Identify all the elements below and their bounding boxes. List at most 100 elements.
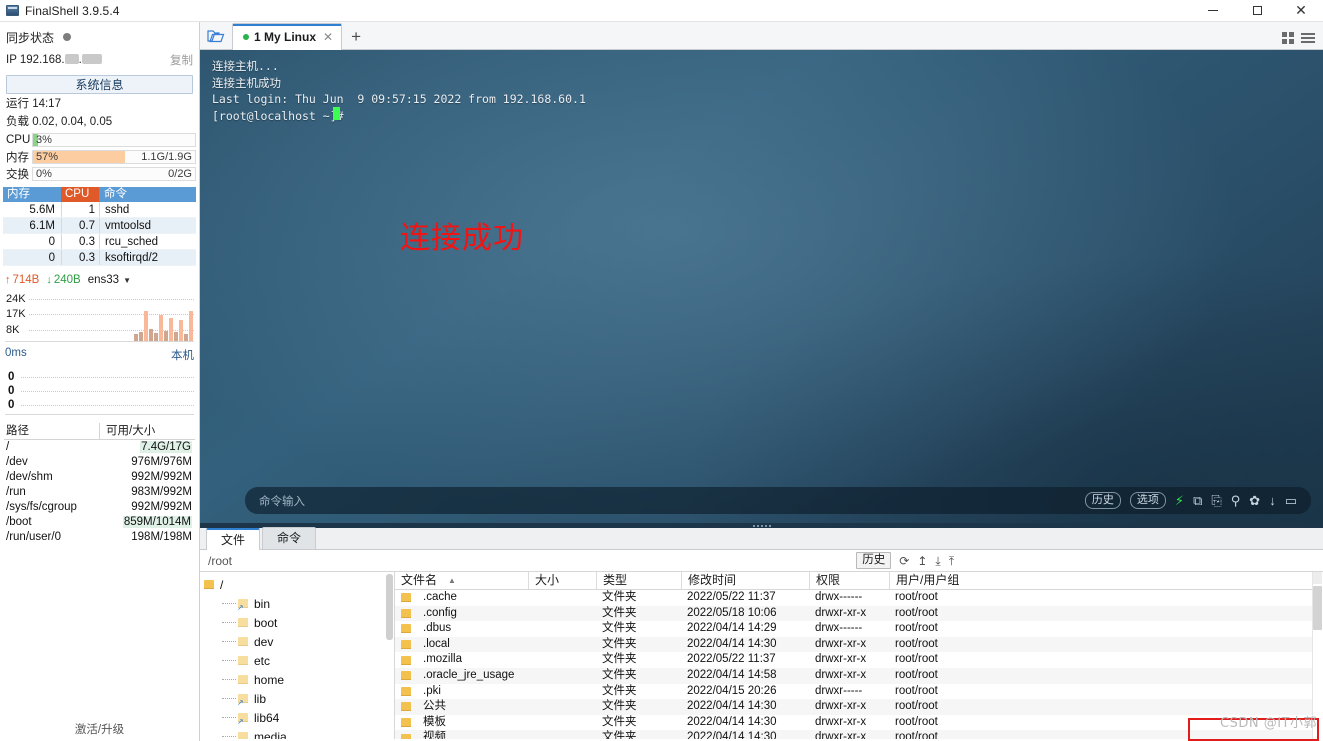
download-icon[interactable]: ⤓ — [935, 555, 940, 567]
file-row[interactable]: 模板文件夹2022/04/14 14:30drwxr-xr-xroot/root — [395, 715, 1323, 731]
file-permissions: drwxr-xr-x — [809, 699, 889, 715]
disk-avail-value: 983M/992M — [131, 486, 192, 498]
disk-row[interactable]: /sys/fs/cgroup992M/992M — [4, 500, 195, 515]
tab-close-icon[interactable]: ✕ — [323, 30, 333, 44]
bottom-tab-1[interactable]: 命令 — [262, 527, 316, 549]
gear-icon[interactable]: ✿ — [1249, 494, 1260, 507]
tree-item-etc[interactable]: etc — [200, 651, 394, 670]
file-row[interactable]: .cache文件夹2022/05/22 11:37drwx------root/… — [395, 590, 1323, 606]
upload-icon[interactable]: ⤒ — [949, 555, 954, 567]
process-memory: 0 — [3, 250, 61, 265]
process-col-cmd[interactable]: 命令 — [99, 187, 196, 202]
tree-item-home[interactable]: home — [200, 670, 394, 689]
bottom-tab-0[interactable]: 文件 — [206, 528, 260, 550]
uptime-text: 运行 14:17 — [0, 97, 199, 112]
file-row[interactable]: .dbus文件夹2022/04/14 14:29drwx------root/r… — [395, 621, 1323, 637]
tree-item-bin[interactable]: bin — [200, 594, 394, 613]
parent-dir-icon[interactable]: ↥ — [917, 555, 927, 567]
disk-row[interactable]: /boot859M/1014M — [4, 515, 195, 530]
tree-root-node[interactable]: / — [200, 575, 394, 594]
list-view-icon[interactable] — [1301, 33, 1315, 43]
disk-col-path: 路径 — [4, 423, 99, 439]
upload-speed: 714B — [13, 274, 40, 286]
copy-ip-button[interactable]: 复制 — [170, 52, 193, 68]
history-button[interactable]: 历史 — [1085, 492, 1121, 509]
process-row[interactable]: 5.6M1sshd — [3, 202, 196, 218]
terminal-tab[interactable]: 1 My Linux ✕ — [232, 23, 342, 50]
tree-scrollbar[interactable] — [386, 574, 393, 640]
current-path[interactable]: /root — [200, 554, 232, 568]
file-row[interactable]: .config文件夹2022/05/18 10:06drwxr-xr-xroot… — [395, 606, 1323, 622]
disk-avail: 976M/976M — [99, 455, 195, 470]
folder-icon — [401, 718, 411, 727]
maximize-button[interactable] — [1235, 0, 1279, 22]
process-col-mem[interactable]: 内存 — [3, 187, 61, 202]
scrollbar-thumb[interactable] — [1313, 586, 1322, 630]
process-row[interactable]: 00.3rcu_sched — [3, 234, 196, 250]
disk-row[interactable]: /dev/shm992M/992M — [4, 470, 195, 485]
process-cpu: 1 — [61, 202, 99, 217]
bolt-icon[interactable]: ⚡ — [1175, 494, 1184, 507]
minimize-button[interactable] — [1191, 0, 1235, 22]
tree-connector — [222, 660, 236, 661]
file-row[interactable]: 公共文件夹2022/04/14 14:30drwxr-xr-xroot/root — [395, 699, 1323, 715]
refresh-icon[interactable]: ⟳ — [899, 555, 909, 567]
file-history-button[interactable]: 历史 — [856, 552, 891, 569]
tree-connector — [222, 679, 236, 680]
net-y-label-2: 8K — [6, 325, 19, 335]
paste-icon[interactable]: ⎘ — [1211, 494, 1221, 507]
activate-upgrade-link[interactable]: 激活/升级 — [0, 721, 199, 737]
command-input[interactable]: 命令输入 — [245, 493, 305, 509]
terminal-panel[interactable]: 连接主机... 连接主机成功 Last login: Thu Jun 9 09:… — [200, 50, 1323, 528]
disk-row[interactable]: /7.4G/17G — [4, 440, 195, 455]
copy-icon[interactable]: ⧉ — [1193, 494, 1202, 507]
search-icon[interactable]: ⚲ — [1231, 494, 1241, 507]
tree-item-boot[interactable]: boot — [200, 613, 394, 632]
file-size — [528, 715, 596, 731]
process-row[interactable]: 00.3ksoftirqd/2 — [3, 250, 196, 266]
disk-path: /dev/shm — [4, 470, 99, 485]
process-table-header: 内存 CPU 命令 — [3, 187, 196, 202]
new-tab-button[interactable]: + — [342, 25, 370, 49]
open-folder-icon[interactable] — [200, 22, 232, 49]
chevron-down-icon[interactable]: ▼ — [123, 276, 131, 285]
disk-row[interactable]: /run983M/992M — [4, 485, 195, 500]
folder-icon — [401, 671, 411, 680]
grid-view-icon[interactable] — [1282, 32, 1294, 44]
file-type: 文件夹 — [596, 637, 681, 653]
window-icon[interactable]: ▭ — [1285, 494, 1297, 507]
tree-connector — [222, 736, 236, 737]
tree-item-lib[interactable]: lib — [200, 689, 394, 708]
col-size[interactable]: 大小 — [528, 572, 596, 589]
close-icon: ✕ — [1295, 4, 1307, 18]
file-owner: root/root — [889, 668, 1009, 684]
ip-address: IP 192.168.. — [6, 54, 102, 66]
col-filename[interactable]: 文件名▲ — [395, 572, 528, 589]
disk-row[interactable]: /dev976M/976M — [4, 455, 195, 470]
file-name: .pki — [423, 684, 441, 700]
col-type[interactable]: 类型 — [596, 572, 681, 589]
file-row[interactable]: .oracle_jre_usage文件夹2022/04/14 14:58drwx… — [395, 668, 1323, 684]
file-row[interactable]: .pki文件夹2022/04/15 20:26drwxr-----root/ro… — [395, 684, 1323, 700]
options-button[interactable]: 选项 — [1130, 492, 1166, 509]
file-type: 文件夹 — [596, 668, 681, 684]
latency-graph: 0 0 0 — [5, 365, 194, 415]
col-owner[interactable]: 用户/用户组 — [889, 572, 1009, 589]
system-info-button[interactable]: 系统信息 — [6, 75, 193, 94]
process-row[interactable]: 6.1M0.7vmtoolsd — [3, 218, 196, 234]
network-interface-name[interactable]: ens33 — [88, 274, 119, 286]
command-input-bar[interactable]: 命令输入 历史 选项 ⚡ ⧉ ⎘ ⚲ ✿ ↓ ▭ — [245, 487, 1311, 514]
finalshell-window: FinalShell 3.9.5.4 ✕ 同步状态 IP 192.168.. 复… — [0, 0, 1323, 741]
close-button[interactable]: ✕ — [1279, 0, 1323, 22]
file-row[interactable]: .mozilla文件夹2022/05/22 11:37drwxr-xr-xroo… — [395, 652, 1323, 668]
terminal-line-3: [root@localhost ~]# — [212, 109, 344, 123]
process-col-cpu[interactable]: CPU — [61, 187, 99, 202]
file-row[interactable]: .local文件夹2022/04/14 14:30drwxr-xr-xroot/… — [395, 637, 1323, 653]
tree-root-label: / — [220, 578, 223, 592]
col-permissions[interactable]: 权限 — [809, 572, 889, 589]
tree-item-dev[interactable]: dev — [200, 632, 394, 651]
disk-row[interactable]: /run/user/0198M/198M — [4, 530, 195, 545]
download-icon[interactable]: ↓ — [1269, 494, 1276, 507]
col-mtime[interactable]: 修改时间 — [681, 572, 809, 589]
tree-item-lib64[interactable]: lib64 — [200, 708, 394, 727]
